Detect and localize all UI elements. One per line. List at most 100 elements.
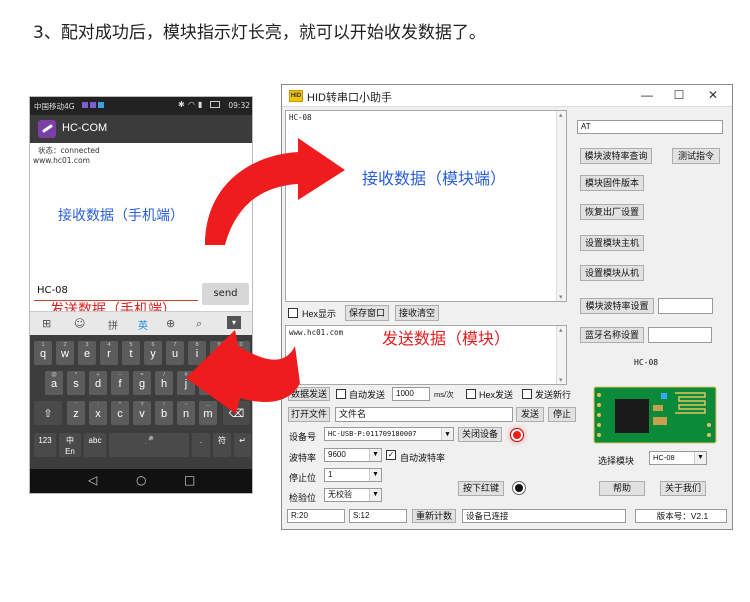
device-select[interactable]: HC-USB-P:011709180007 ▼: [324, 427, 454, 441]
key-label: o: [215, 348, 223, 360]
test-command-button[interactable]: 测试指令: [672, 148, 720, 164]
notification-icon: [98, 102, 104, 108]
key-q[interactable]: 1q: [34, 341, 52, 365]
key-c[interactable]: " c: [111, 401, 129, 425]
key-symbols[interactable]: 符: [213, 433, 231, 457]
stopbit-select[interactable]: 1 ▼: [324, 468, 382, 482]
key-y[interactable]: 6y: [144, 341, 162, 365]
stop-button[interactable]: 停止: [548, 407, 576, 422]
key-label: a: [50, 378, 58, 390]
key-p[interactable]: 0p: [232, 341, 250, 365]
filename-field[interactable]: 文件名: [335, 407, 513, 422]
close-button[interactable]: ✕: [698, 87, 728, 103]
key-b[interactable]: ! b: [155, 401, 173, 425]
receive-textarea[interactable]: HC-08: [285, 110, 567, 302]
baud-set-button[interactable]: 模块波特率设置: [580, 298, 654, 314]
hex-display-checkbox[interactable]: [288, 308, 298, 318]
send-button[interactable]: send: [202, 283, 249, 305]
recents-icon[interactable]: □: [184, 473, 195, 487]
auto-send-checkbox[interactable]: [336, 389, 346, 399]
clear-receive-button[interactable]: 接收清空: [395, 305, 439, 321]
hide-keyboard-icon[interactable]: ▾: [227, 316, 241, 329]
key-t[interactable]: 5t: [122, 341, 140, 365]
key-e[interactable]: 3e: [78, 341, 96, 365]
key-secondary-label: :: [97, 402, 99, 408]
at-command-field[interactable]: AT: [577, 120, 723, 134]
open-file-button[interactable]: 打开文件: [288, 407, 330, 422]
key-secondary-label: 5: [129, 342, 133, 348]
help-button[interactable]: 帮助: [599, 481, 645, 496]
factory-reset-button[interactable]: 恢复出厂设置: [580, 204, 644, 220]
app-logo: HID: [289, 90, 303, 102]
save-window-button[interactable]: 保存窗口: [345, 305, 389, 321]
key-g[interactable]: = g: [133, 371, 151, 395]
baud-query-button[interactable]: 模块波特率查询: [580, 148, 652, 164]
key-secondary-label: +: [96, 372, 100, 378]
interval-field[interactable]: 1000: [392, 387, 430, 401]
key-l[interactable]: ) l: [221, 371, 239, 395]
enter-key-icon[interactable]: ↵: [234, 433, 251, 457]
key-u[interactable]: 7u: [166, 341, 184, 365]
key-f[interactable]: -f: [111, 371, 129, 395]
receive-scrollbar[interactable]: [556, 111, 566, 301]
set-slave-button[interactable]: 设置模块从机: [580, 265, 644, 281]
key-123[interactable]: 123: [34, 433, 56, 457]
key-m[interactable]: … m: [199, 401, 217, 425]
send-newline-checkbox[interactable]: [522, 389, 532, 399]
backspace-key-icon[interactable]: ⌫: [223, 401, 250, 425]
ime-pinyin[interactable]: 拼: [108, 317, 118, 332]
about-button[interactable]: 关于我们: [660, 481, 706, 496]
space-key[interactable]: 🎤: [109, 433, 189, 457]
ime-english[interactable]: 英: [138, 317, 148, 332]
key-a[interactable]: @ a: [45, 371, 63, 395]
hex-display-label: Hex显示: [302, 309, 337, 319]
key-v[interactable]: ? v: [133, 401, 151, 425]
key-abc[interactable]: abc: [84, 433, 106, 457]
baud-set-field[interactable]: [658, 298, 713, 314]
key-o[interactable]: 9o: [210, 341, 228, 365]
press-red-key-button[interactable]: 按下红键: [458, 481, 504, 496]
minimize-button[interactable]: —: [632, 87, 662, 103]
key-z[interactable]: ' z: [67, 401, 85, 425]
select-module-select[interactable]: HC-08 ▼: [649, 451, 707, 465]
send-file-button[interactable]: 发送: [516, 407, 544, 422]
key-secondary-label: 2: [63, 342, 67, 348]
bt-name-field[interactable]: [648, 327, 712, 343]
shift-key-icon[interactable]: ⇧: [34, 401, 62, 425]
emoji-icon[interactable]: ☺: [74, 317, 85, 330]
key-x[interactable]: :x: [89, 401, 107, 425]
maximize-button[interactable]: ☐: [664, 87, 694, 103]
search-icon[interactable]: ⌕: [196, 317, 202, 331]
key-n[interactable]: ~ n: [177, 401, 195, 425]
key-i[interactable]: 8i: [188, 341, 206, 365]
key-r[interactable]: 4r: [100, 341, 118, 365]
key-w[interactable]: 2w: [56, 341, 74, 365]
data-send-button[interactable]: 数据发送: [288, 387, 330, 401]
close-device-button[interactable]: 关闭设备: [458, 427, 502, 442]
key-lang[interactable]: 中 En: [59, 433, 81, 457]
firmware-version-button[interactable]: 模块固件版本: [580, 175, 644, 191]
recount-button[interactable]: 重新计数: [412, 509, 456, 523]
chevron-down-icon: ▼: [369, 489, 381, 501]
key-j[interactable]: # j: [177, 371, 195, 395]
parity-select[interactable]: 无校验 ▼: [324, 488, 382, 502]
key-s[interactable]: * s: [67, 371, 85, 395]
bt-name-set-button[interactable]: 蓝牙名称设置: [580, 327, 644, 343]
send-scrollbar[interactable]: [556, 326, 566, 384]
key-h[interactable]: / h: [155, 371, 173, 395]
set-master-button[interactable]: 设置模块主机: [580, 235, 644, 251]
home-icon[interactable]: ○: [136, 473, 146, 487]
grid-icon[interactable]: ⊞: [42, 317, 51, 330]
baud-select[interactable]: 9600 ▼: [324, 448, 382, 462]
cursor-icon[interactable]: ⊕: [166, 317, 175, 330]
auto-baud-checkbox[interactable]: ✓: [386, 450, 396, 460]
key-secondary-label: /: [163, 372, 165, 378]
key-d[interactable]: + d: [89, 371, 107, 395]
key-secondary-label: #: [184, 372, 188, 378]
hex-send-checkbox[interactable]: [466, 389, 476, 399]
back-icon[interactable]: ◁: [88, 473, 97, 487]
select-module-label: 选择模块: [598, 456, 635, 466]
key-period[interactable]: .: [192, 433, 210, 457]
bluetooth-icon: ✱: [178, 100, 185, 109]
key-k[interactable]: (k: [199, 371, 217, 395]
